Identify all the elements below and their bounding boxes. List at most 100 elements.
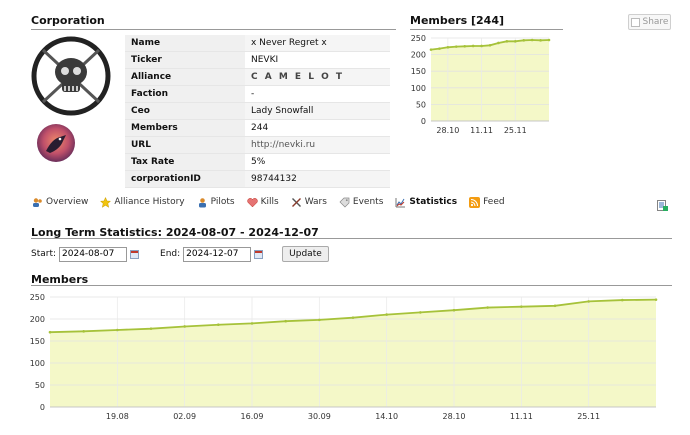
- data-point: [505, 40, 509, 43]
- info-row: Tax Rate 5%: [125, 153, 390, 171]
- members-chart-divider: [31, 285, 672, 286]
- info-row: URL http://nevki.ru: [125, 136, 390, 154]
- data-point: [446, 45, 450, 49]
- data-point: [587, 300, 590, 303]
- info-label: Name: [125, 35, 245, 52]
- y-tick-label: 200: [30, 315, 45, 324]
- y-tick-label: 150: [411, 67, 426, 76]
- corporation-divider: [31, 29, 396, 30]
- info-label: Ticker: [125, 51, 245, 69]
- data-point: [48, 330, 52, 334]
- info-value: -: [245, 85, 390, 103]
- data-point: [497, 41, 500, 45]
- corporation-title: Corporation: [31, 14, 105, 27]
- corporation-logo: [31, 36, 111, 116]
- long-term-divider: [31, 238, 672, 239]
- data-point: [463, 45, 467, 48]
- start-calendar-icon[interactable]: [130, 249, 140, 259]
- info-value[interactable]: C A M E L O T: [245, 68, 390, 86]
- info-label: URL: [125, 136, 245, 154]
- tab-overview[interactable]: Overview: [32, 197, 88, 208]
- data-point: [513, 40, 517, 43]
- data-point: [438, 47, 441, 50]
- data-point: [183, 325, 186, 328]
- data-point: [149, 327, 153, 330]
- y-tick-label: 200: [411, 51, 426, 60]
- corporation-info-table: Name x Never Regret x Ticker NEVKI Alliance C…: [125, 35, 390, 188]
- y-tick-label: 250: [30, 293, 45, 302]
- members-chart-large: 0 50 100 150 200 250 19.08 02.09 16.09 30.09 14.10…: [30, 293, 658, 421]
- start-date-input[interactable]: [59, 246, 128, 262]
- info-value: 5%: [245, 153, 390, 171]
- info-label: Faction: [125, 85, 245, 103]
- heart-icon: [246, 197, 258, 207]
- share-label: Share: [642, 17, 669, 27]
- data-point: [471, 44, 475, 48]
- date-range-form: Start: End: Update: [31, 246, 329, 262]
- y-tick-label: 0: [40, 403, 45, 412]
- data-point: [486, 306, 489, 309]
- y-tick-label: 100: [411, 84, 426, 93]
- x-tick-label: 28.10: [443, 412, 466, 421]
- x-tick-label: 19.08: [106, 412, 129, 421]
- tab-wars-label: Wars: [304, 197, 327, 207]
- tab-events[interactable]: Events: [339, 197, 383, 208]
- pilot-icon: [198, 197, 206, 207]
- tab-wars[interactable]: Wars: [291, 197, 327, 208]
- data-point: [385, 313, 388, 316]
- data-point: [116, 328, 119, 332]
- data-point: [217, 323, 220, 327]
- tab-bar: Overview Alliance History Pilots Kills W…: [32, 194, 517, 210]
- end-calendar-icon[interactable]: [254, 249, 264, 259]
- data-point: [429, 48, 433, 51]
- members-panel-divider: [410, 29, 563, 30]
- y-tick-label: 150: [30, 337, 45, 346]
- info-value[interactable]: Lady Snowfall: [245, 102, 390, 120]
- data-point: [488, 44, 492, 47]
- chart-icon: [396, 197, 406, 207]
- data-point: [654, 298, 658, 301]
- update-button[interactable]: Update: [282, 246, 329, 262]
- rss-icon: [469, 196, 481, 208]
- x-tick-label: 25.11: [577, 412, 600, 421]
- tab-feed[interactable]: Feed: [469, 196, 505, 208]
- tab-kills[interactable]: Kills: [246, 197, 279, 208]
- data-point: [530, 38, 534, 42]
- info-value: NEVKI: [245, 51, 390, 69]
- end-date-input[interactable]: [183, 246, 252, 262]
- info-row: Faction -: [125, 85, 390, 103]
- info-row: Members 244: [125, 119, 390, 137]
- data-point: [547, 38, 551, 42]
- x-tick-label: 11.11: [510, 412, 533, 421]
- start-label: Start:: [31, 249, 57, 259]
- tag-icon: [339, 197, 350, 207]
- data-point: [419, 311, 422, 314]
- y-tick-label: 250: [411, 34, 426, 43]
- tab-pilots-label: Pilots: [210, 197, 235, 207]
- tab-alliance-history[interactable]: Alliance History: [100, 196, 185, 208]
- share-button[interactable]: Share: [628, 14, 671, 30]
- area-fill: [431, 39, 549, 121]
- tab-feed-label: Feed: [483, 197, 505, 207]
- users-icon: [33, 197, 42, 207]
- tab-pilots[interactable]: Pilots: [197, 197, 235, 208]
- alliance-logo[interactable]: [36, 123, 76, 163]
- info-value[interactable]: http://nevki.ru: [245, 136, 390, 154]
- y-tick-label: 0: [421, 117, 426, 126]
- x-tick-label: 02.09: [173, 412, 196, 421]
- info-label: Tax Rate: [125, 153, 245, 171]
- data-point: [539, 39, 542, 42]
- info-row: Ticker NEVKI: [125, 51, 390, 69]
- data-point: [82, 330, 85, 333]
- end-label: End:: [160, 249, 181, 259]
- export-icon[interactable]: [657, 196, 668, 211]
- info-row: Ceo Lady Snowfall: [125, 102, 390, 120]
- x-tick-label: 14.10: [375, 412, 398, 421]
- data-point: [351, 316, 355, 319]
- y-tick-label: 100: [30, 359, 45, 368]
- data-point: [480, 44, 483, 48]
- data-point: [250, 322, 254, 325]
- data-point: [522, 39, 526, 42]
- tab-statistics[interactable]: Statistics: [395, 197, 457, 208]
- y-tick-label: 50: [416, 100, 426, 109]
